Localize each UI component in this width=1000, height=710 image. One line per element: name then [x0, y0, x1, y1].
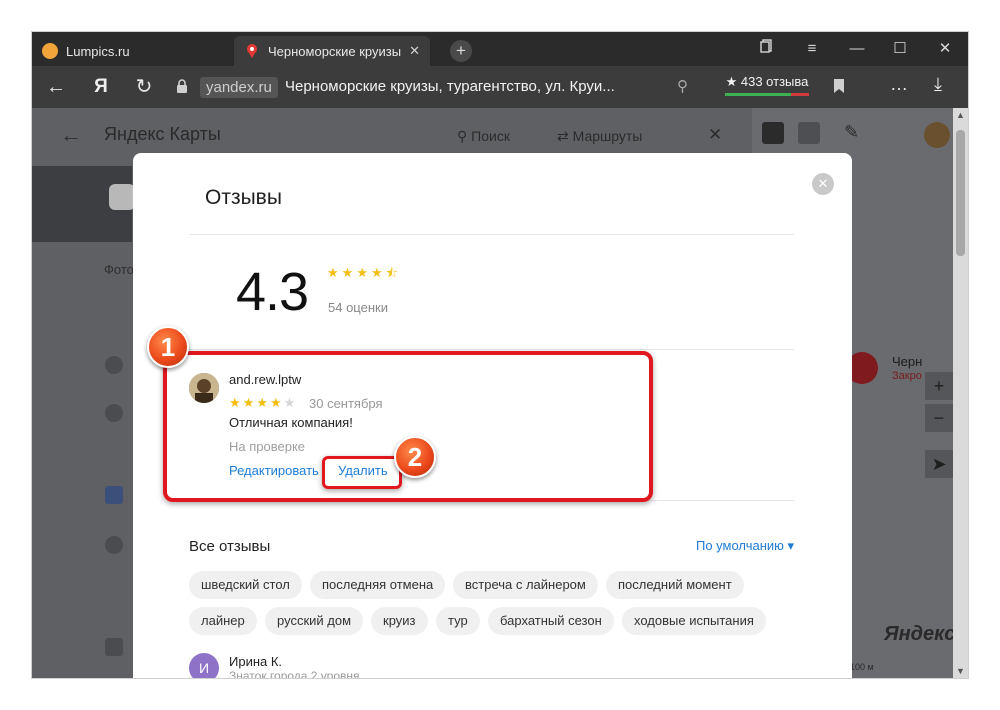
clock-icon [105, 536, 123, 554]
reload-icon[interactable]: ↻ [132, 75, 156, 99]
tab-chernomorskie[interactable]: Черноморские круизы ✕ [234, 36, 430, 66]
menu-icon[interactable]: ≡ [797, 38, 827, 60]
tag-chip[interactable]: последний момент [606, 571, 744, 599]
yandex-logo-icon[interactable]: Я [89, 75, 113, 99]
maps-routes-button[interactable]: ⇄ Маршруты [557, 128, 642, 145]
tag-chip[interactable]: ходовые испытания [622, 607, 766, 635]
maps-search-button[interactable]: ⚲ Поиск [457, 128, 510, 145]
user-avatar[interactable] [924, 122, 950, 148]
maps-search-label: Поиск [471, 128, 510, 144]
maps-close-icon[interactable]: ✕ [708, 125, 722, 145]
tag-chip[interactable]: шведский стол [189, 571, 302, 599]
maps-logo[interactable]: Яндекс Карты [104, 124, 221, 145]
highlight-delete [322, 456, 402, 489]
author-level: Знаток города 2 уровня [229, 669, 360, 678]
star-icon: ★ [341, 265, 354, 280]
zoom-out-button[interactable]: − [925, 404, 953, 432]
photo-label: Фото [104, 262, 134, 277]
divider [189, 234, 794, 235]
avatar[interactable]: И [189, 653, 219, 678]
map-place-status: Закро [892, 370, 922, 382]
step-badge-2: 2 [394, 436, 436, 478]
modal-close-button[interactable]: ✕ [812, 173, 834, 195]
tag-chip[interactable]: круиз [371, 607, 428, 635]
tab-lumpics[interactable]: Lumpics.ru [32, 36, 232, 66]
download-icon[interactable]: ⤓ [934, 74, 942, 95]
lock-icon [177, 79, 187, 93]
camera-icon[interactable] [109, 184, 135, 210]
tab-bar: Lumpics.ru Черноморские круизы ✕ + ≡ — ☐… [32, 32, 968, 66]
highlight-my-review [163, 351, 653, 502]
sort-dropdown[interactable]: По умолчанию ▾ [696, 538, 794, 554]
reviews-ratio-bar [725, 93, 809, 96]
url-page-title[interactable]: Черноморские круизы, турагентство, ул. К… [285, 78, 615, 95]
location-icon[interactable]: ⚲ [677, 77, 688, 95]
back-arrow-icon[interactable]: ← [44, 75, 68, 99]
address-bar: ← Я ↻ yandex.ru Черноморские круизы, тур… [32, 66, 968, 108]
calendar-icon [105, 486, 123, 504]
tab-title: Черноморские круизы [268, 43, 402, 59]
divider [189, 349, 794, 350]
bookmarks-manager-icon[interactable] [752, 38, 782, 60]
step-badge-1: 1 [147, 326, 189, 368]
all-reviews-title: Все отзывы [189, 538, 271, 555]
star-icon: ★ [327, 265, 339, 280]
modal-title: Отзывы [205, 186, 282, 209]
phone-icon [105, 356, 123, 374]
scroll-up-icon[interactable]: ▲ [956, 110, 965, 120]
map-pin-favicon-icon [247, 44, 257, 58]
minimize-icon[interactable]: — [842, 38, 872, 60]
new-tab-button[interactable]: + [450, 40, 472, 62]
map-scale: 100 м [850, 662, 874, 672]
ruler-icon[interactable]: ✎ [844, 122, 859, 143]
tag-chip[interactable]: встреча с лайнером [453, 571, 598, 599]
tag-chip[interactable]: тур [436, 607, 480, 635]
reviews-badge[interactable]: ★ 433 отзыва [724, 74, 810, 90]
close-icon[interactable]: ✕ [930, 38, 960, 60]
rating-stars: ★ ★ ★ ★ ⯪ [327, 265, 398, 280]
bookmark-icon[interactable] [832, 78, 846, 94]
maps-routes-label: Маршруты [572, 128, 643, 144]
yandex-watermark: Яндекс [884, 623, 953, 645]
map-place-name: Черн [892, 354, 923, 369]
more-icon[interactable]: … [890, 74, 908, 95]
map-layers-button[interactable] [798, 122, 820, 144]
grid-icon [105, 638, 123, 656]
tab-title: Lumpics.ru [66, 43, 130, 59]
star-icon: ★ [370, 265, 383, 280]
review-author[interactable]: Ирина К. [229, 654, 282, 669]
scroll-down-icon[interactable]: ▼ [956, 666, 965, 676]
star-icon: ★ [356, 265, 368, 280]
info-icon [105, 404, 123, 422]
scroll-thumb[interactable] [956, 130, 965, 256]
star-icon: ⯪ [385, 265, 398, 280]
lumpics-favicon-icon [42, 43, 58, 59]
tab-close-icon[interactable]: ✕ [409, 43, 420, 59]
locate-me-button[interactable]: ➤ [925, 450, 953, 478]
map-panel-toggle[interactable] [762, 122, 784, 144]
tag-chip[interactable]: русский дом [265, 607, 364, 635]
tag-chip[interactable]: бархатный сезон [488, 607, 614, 635]
page-scrollbar[interactable]: ▲ ▼ [953, 108, 968, 678]
maps-back-icon[interactable]: ← [60, 122, 82, 148]
url-domain[interactable]: yandex.ru [200, 77, 278, 98]
maximize-icon[interactable]: ☐ [885, 38, 915, 60]
rating-value: 4.3 [236, 262, 309, 322]
zoom-in-button[interactable]: + [925, 372, 953, 400]
tag-chip[interactable]: лайнер [189, 607, 257, 635]
ratings-count: 54 оценки [328, 300, 388, 315]
tag-chip[interactable]: последняя отмена [310, 571, 446, 599]
